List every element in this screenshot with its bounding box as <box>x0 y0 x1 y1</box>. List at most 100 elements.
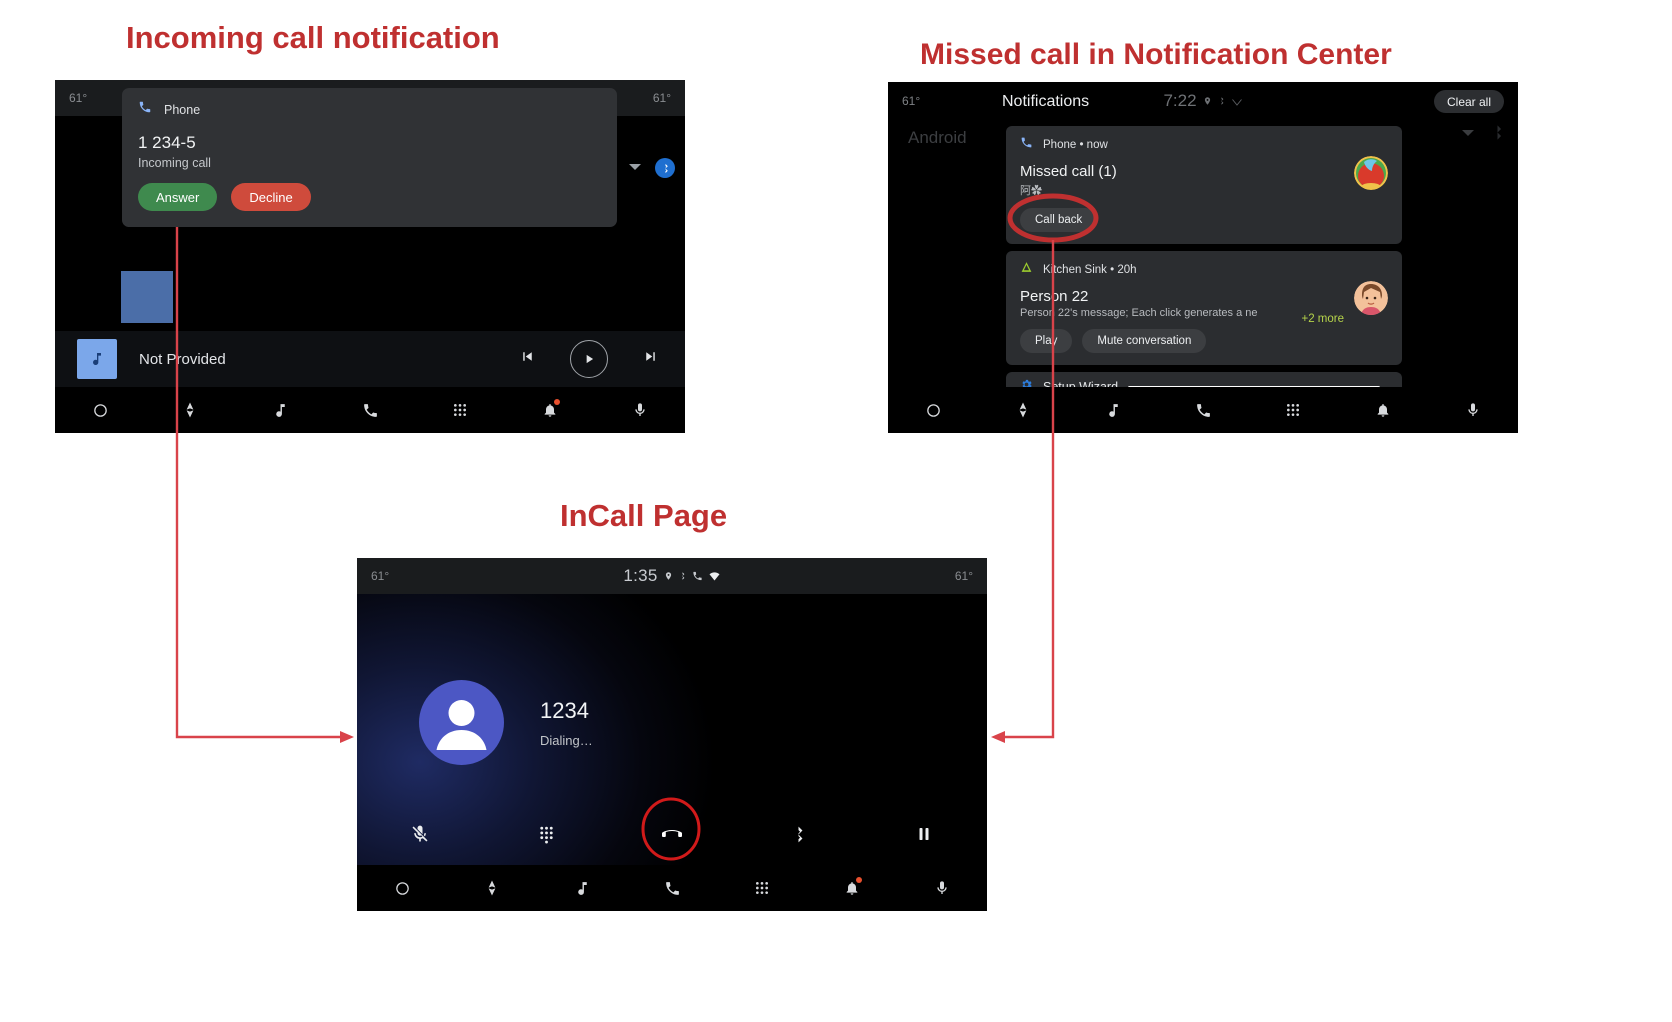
clock: 7:22 <box>1163 91 1197 110</box>
nav-assistant-button[interactable] <box>595 387 685 433</box>
media-controls <box>519 340 663 378</box>
home-icon <box>925 402 942 419</box>
home-icon <box>394 880 411 897</box>
bottom-navigation-bar <box>357 865 987 911</box>
nav-apps-button[interactable] <box>1248 387 1338 433</box>
notification-badge-dot <box>855 877 862 883</box>
call-active-icon <box>692 570 703 582</box>
music-icon <box>574 880 591 897</box>
wifi-off-icon <box>1231 95 1243 107</box>
decline-button[interactable]: Decline <box>231 183 311 211</box>
navigation-icon <box>181 401 199 419</box>
pause-icon <box>915 825 933 848</box>
mute-button[interactable] <box>357 824 483 849</box>
card-title: Person 22 <box>1020 288 1089 305</box>
mute-conversation-button[interactable]: Mute conversation <box>1082 329 1207 353</box>
nav-assistant-button[interactable] <box>897 865 987 911</box>
heads-up-header: Phone <box>138 100 601 119</box>
play-button[interactable]: Play <box>1020 329 1073 353</box>
nav-notifications-button[interactable] <box>1338 387 1428 433</box>
bottom-navigation-bar <box>888 387 1518 433</box>
call-status: Dialing… <box>540 732 593 748</box>
nav-phone-button[interactable] <box>1158 387 1248 433</box>
nav-apps-button[interactable] <box>717 865 807 911</box>
answer-button[interactable]: Answer <box>138 183 218 211</box>
mic-icon <box>1465 402 1481 418</box>
notification-card-missed-call[interactable]: Phone • now Missed call (1) 阿✿ Call back <box>1006 126 1402 244</box>
contact-text: 1234 Dialing… <box>540 698 593 748</box>
nav-music-button[interactable] <box>537 865 627 911</box>
nav-navigation-button[interactable] <box>447 865 537 911</box>
location-icon <box>664 570 673 582</box>
clear-all-button[interactable]: Clear all <box>1433 90 1504 113</box>
skip-previous-icon[interactable] <box>519 348 536 370</box>
notification-list: Phone • now Missed call (1) 阿✿ Call back <box>1006 126 1402 402</box>
temperature-left: 61° <box>69 91 88 105</box>
bell-icon <box>1375 402 1391 418</box>
temperature-right: 61° <box>652 91 671 105</box>
chevron-down-icon[interactable] <box>629 164 641 170</box>
background-album-art <box>121 271 173 323</box>
nav-phone-button[interactable] <box>325 387 415 433</box>
navigation-icon <box>1014 401 1032 419</box>
nav-home-button[interactable] <box>888 387 978 433</box>
notification-center-screen: 61° Notifications 7:22 61° Clear all <box>888 82 1518 433</box>
status-icons <box>1203 95 1243 107</box>
mic-icon <box>632 402 648 418</box>
bluetooth-icon <box>789 825 808 849</box>
media-player-bar[interactable]: Not Provided <box>55 331 685 387</box>
navigation-icon <box>483 879 501 897</box>
incoming-call-heads-up-notification[interactable]: Phone 1 234-5 Incoming call Answer Decli… <box>122 88 617 227</box>
temperature-right: 61° <box>954 569 973 583</box>
incall-content: 1234 Dialing… <box>357 594 987 865</box>
incall-controls <box>357 822 987 851</box>
hold-button[interactable] <box>861 825 987 848</box>
phone-icon <box>1195 402 1212 419</box>
bluetooth-audio-button[interactable] <box>735 825 861 849</box>
heads-up-app-name: Phone <box>164 102 201 117</box>
card-header: Kitchen Sink • 20h <box>1020 261 1388 279</box>
end-call-button[interactable] <box>609 822 735 851</box>
nav-navigation-button[interactable] <box>145 387 235 433</box>
more-messages-label[interactable]: +2 more <box>1301 313 1344 325</box>
phone-icon <box>138 100 152 119</box>
notification-card-kitchen-sink[interactable]: Kitchen Sink • 20h Person 22 Person 22's… <box>1006 251 1402 365</box>
card-app-line: Phone • now <box>1043 139 1108 151</box>
call-back-button[interactable]: Call back <box>1020 208 1098 232</box>
chevron-down-icon <box>1462 130 1474 136</box>
nav-assistant-button[interactable] <box>1428 387 1518 433</box>
kitchen-sink-app-icon <box>1020 261 1033 279</box>
annotation-title-missed-call: Missed call in Notification Center <box>920 38 1392 71</box>
bluetooth-badge-icon <box>1489 124 1506 141</box>
card-actions: Play Mute conversation <box>1020 329 1388 353</box>
nav-music-button[interactable] <box>1068 387 1158 433</box>
nav-music-button[interactable] <box>235 387 325 433</box>
status-icons <box>664 570 721 582</box>
notification-badge-dot <box>553 399 560 405</box>
nav-phone-button[interactable] <box>627 865 717 911</box>
dialpad-button[interactable] <box>483 825 609 849</box>
nav-home-button[interactable] <box>55 387 145 433</box>
incoming-call-screen: 61° 61° B Phone 1 234-5 Incoming call An… <box>55 80 685 433</box>
play-button[interactable] <box>570 340 608 378</box>
avatar <box>1354 156 1388 190</box>
arrow-head-left <box>340 731 354 743</box>
arrow-head-right <box>991 731 1005 743</box>
nav-apps-button[interactable] <box>415 387 505 433</box>
nav-home-button[interactable] <box>357 865 447 911</box>
bluetooth-icon <box>678 570 687 582</box>
skip-next-icon[interactable] <box>642 348 659 370</box>
nav-navigation-button[interactable] <box>978 387 1068 433</box>
bottom-navigation-bar <box>55 387 685 433</box>
annotation-title-incoming-call: Incoming call notification <box>126 20 500 55</box>
screenshot-canvas: Incoming call notification Missed call i… <box>0 0 1672 1022</box>
nav-notifications-button[interactable] <box>505 387 595 433</box>
mic-icon <box>934 880 950 896</box>
clock: 1:35 <box>623 566 658 585</box>
card-header: Phone • now <box>1020 136 1388 154</box>
card-title: Missed call (1) <box>1020 163 1117 180</box>
end-call-icon <box>660 822 684 851</box>
mute-off-icon <box>410 824 430 849</box>
status-bar: 61° Notifications 7:22 61° Clear all <box>888 82 1518 120</box>
nav-notifications-button[interactable] <box>807 865 897 911</box>
